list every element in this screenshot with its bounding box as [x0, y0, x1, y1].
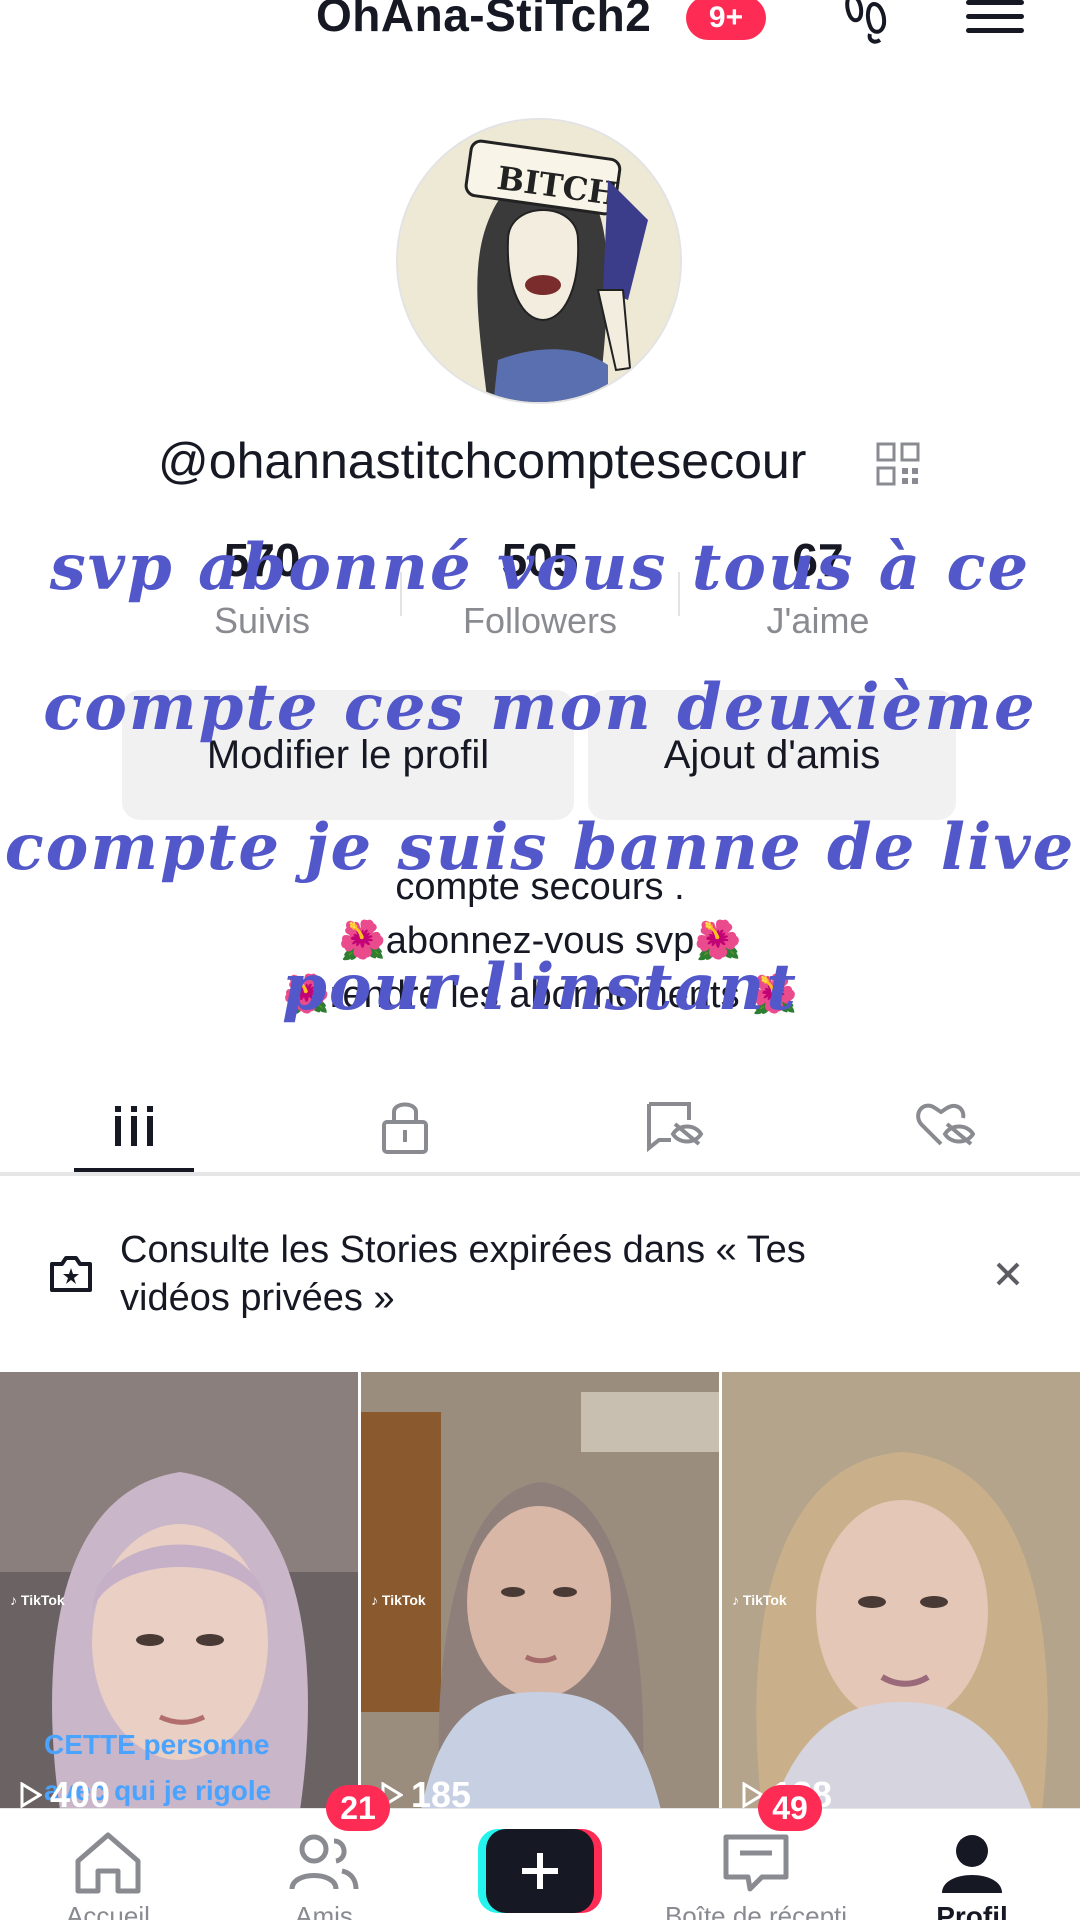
- nav-profile-label: Profil: [936, 1901, 1008, 1920]
- profile-icon: [942, 1835, 1002, 1893]
- camera-story-icon: [50, 1256, 92, 1292]
- stat-likes[interactable]: 67 J'aime: [678, 532, 958, 642]
- add-friends-button[interactable]: Ajout d'amis: [588, 690, 956, 820]
- inbox-badge: 49: [758, 1785, 822, 1831]
- lock-icon: [382, 1102, 428, 1154]
- video-grid: ♪ TikTok CETTE personne avec qui je rigo…: [0, 1372, 1080, 1810]
- banner-text: Consulte les Stories expirées dans « Tes…: [120, 1229, 806, 1319]
- inbox-icon: [723, 1834, 789, 1892]
- account-switcher-title[interactable]: OhAna-StiTch2: [316, 0, 651, 42]
- grid-icon: [115, 1106, 153, 1146]
- avatar[interactable]: BITCH: [396, 118, 682, 404]
- heart-hidden-icon: [916, 1103, 975, 1146]
- create-button[interactable]: [478, 1829, 602, 1913]
- nav-friends[interactable]: 21 Amis: [216, 1785, 432, 1920]
- top-header: OhAna-StiTch2 9+: [0, 0, 1080, 60]
- stat-likes-label: J'aime: [766, 600, 870, 641]
- nav-home-label: Accueil: [66, 1901, 150, 1920]
- edit-profile-button[interactable]: Modifier le profil: [122, 690, 574, 820]
- tiktok-watermark: ♪ TikTok: [732, 1592, 787, 1608]
- video-views: 400: [20, 1774, 110, 1810]
- tab-videos[interactable]: [0, 1076, 270, 1176]
- stat-following[interactable]: 570 Suivis: [122, 532, 402, 642]
- tiktok-watermark: ♪ TikTok: [10, 1592, 65, 1608]
- tab-reposts[interactable]: [540, 1076, 810, 1176]
- play-icon: [20, 1782, 42, 1808]
- tab-liked[interactable]: [810, 1076, 1080, 1176]
- video-thumbnail[interactable]: ♪ TikTok 138: [722, 1372, 1080, 1810]
- profile-bio: compte secours . 🌺abonnez-vous svp🌺 🌺ren…: [0, 860, 1080, 1022]
- friends-icon: [289, 1834, 359, 1890]
- bio-line: compte secours .: [395, 866, 685, 908]
- stat-following-value: 570: [223, 534, 301, 586]
- video-thumbnail[interactable]: ♪ TikTok 185: [361, 1372, 719, 1810]
- tabs-divider: [0, 1172, 1080, 1176]
- expired-stories-banner[interactable]: Consulte les Stories expirées dans « Tes…: [0, 1200, 1080, 1350]
- stat-likes-value: 67: [792, 534, 844, 586]
- close-icon[interactable]: [990, 1256, 1026, 1292]
- nav-inbox[interactable]: 49 Boîte de récepti: [648, 1785, 864, 1920]
- username: @ohannastitchcomptesecour: [158, 433, 807, 489]
- bio-line: 🌺rendre les abonnements 🌺: [282, 974, 798, 1016]
- video-thumbnail[interactable]: ♪ TikTok CETTE personne avec qui je rigo…: [0, 1372, 358, 1810]
- stat-followers-label: Followers: [462, 600, 618, 641]
- nav-home[interactable]: Accueil: [0, 1809, 216, 1920]
- bottom-navigation: Accueil 21 Amis 49 Boîte de récepti Prof…: [0, 1785, 1080, 1920]
- video-caption-line: CETTE personne: [44, 1729, 270, 1760]
- footprint-icon[interactable]: [844, 0, 904, 44]
- video-view-count: 400: [50, 1774, 111, 1810]
- content-tabs: [0, 1076, 1080, 1176]
- profile-stats: 570 Suivis 505 Followers 67 J'aime: [0, 532, 1080, 652]
- stat-following-label: Suivis: [213, 600, 311, 641]
- create-plus-icon: [478, 1829, 602, 1913]
- repost-hidden-icon: [647, 1102, 704, 1152]
- avatar-image: BITCH: [398, 120, 680, 402]
- video-thumbnail-image: [722, 1372, 1080, 1810]
- stat-followers[interactable]: 505 Followers: [400, 532, 680, 642]
- video-view-count: 185: [411, 1774, 472, 1810]
- video-thumbnail-image: [361, 1372, 719, 1810]
- menu-icon[interactable]: [966, 0, 1026, 40]
- home-icon: [75, 1832, 141, 1894]
- video-views: 185: [381, 1774, 471, 1810]
- nav-profile[interactable]: Profil: [864, 1809, 1080, 1920]
- nav-friends-label: Amis: [295, 1901, 353, 1920]
- tiktok-watermark: ♪ TikTok: [371, 1592, 426, 1608]
- account-notification-badge: 9+: [686, 0, 766, 40]
- username-row: @ohannastitchcomptesecour: [0, 432, 1080, 492]
- nav-inbox-label: Boîte de récepti: [664, 1901, 848, 1920]
- tab-private[interactable]: [270, 1076, 540, 1176]
- stat-followers-value: 505: [501, 534, 579, 586]
- bio-line: 🌺abonnez-vous svp🌺: [338, 920, 742, 962]
- qr-code-icon[interactable]: [876, 442, 920, 486]
- friends-badge: 21: [326, 1785, 390, 1831]
